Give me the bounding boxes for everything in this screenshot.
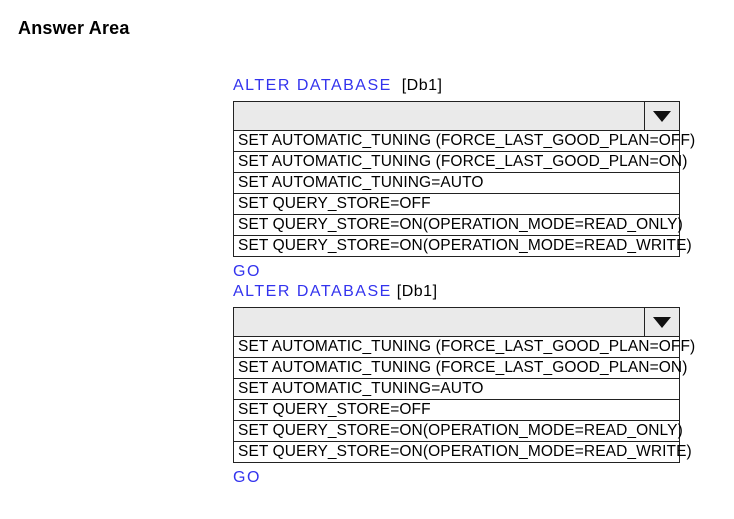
dropdown-2[interactable]: SET AUTOMATIC_TUNING (FORCE_LAST_GOOD_PL…	[233, 307, 680, 463]
go-statement-2: GO	[233, 469, 716, 487]
chevron-down-icon	[653, 317, 671, 328]
chevron-down-icon	[653, 111, 671, 122]
dropdown-option[interactable]: SET QUERY_STORE=ON(OPERATION_MODE=READ_O…	[234, 420, 679, 441]
dropdown-option[interactable]: SET QUERY_STORE=OFF	[234, 399, 679, 420]
dropdown-option[interactable]: SET QUERY_STORE=OFF	[234, 193, 679, 214]
dropdown-list-2: SET AUTOMATIC_TUNING (FORCE_LAST_GOOD_PL…	[234, 337, 679, 462]
page-title: Answer Area	[18, 18, 716, 39]
dropdown-option[interactable]: SET AUTOMATIC_TUNING=AUTO	[234, 172, 679, 193]
dropdown-option[interactable]: SET AUTOMATIC_TUNING (FORCE_LAST_GOOD_PL…	[234, 337, 679, 357]
dropdown-toggle-2[interactable]	[644, 308, 679, 336]
dropdown-toggle-1[interactable]	[644, 102, 679, 130]
statement-block-2: ALTER DATABASE [Db1] SET AUTOMATIC_TUNIN…	[233, 283, 716, 487]
answer-content: ALTER DATABASE [Db1] SET AUTOMATIC_TUNIN…	[233, 77, 716, 487]
dropdown-option[interactable]: SET AUTOMATIC_TUNING (FORCE_LAST_GOOD_PL…	[234, 357, 679, 378]
keyword-alter-database-1: ALTER DATABASE	[233, 77, 392, 94]
db-param-1: [Db1]	[402, 77, 443, 94]
dropdown-option[interactable]: SET AUTOMATIC_TUNING (FORCE_LAST_GOOD_PL…	[234, 151, 679, 172]
dropdown-header-1[interactable]	[234, 102, 679, 131]
dropdown-option[interactable]: SET QUERY_STORE=ON(OPERATION_MODE=READ_W…	[234, 441, 679, 462]
dropdown-1[interactable]: SET AUTOMATIC_TUNING (FORCE_LAST_GOOD_PL…	[233, 101, 680, 257]
dropdown-header-2[interactable]	[234, 308, 679, 337]
dropdown-list-1: SET AUTOMATIC_TUNING (FORCE_LAST_GOOD_PL…	[234, 131, 679, 256]
dropdown-option[interactable]: SET QUERY_STORE=ON(OPERATION_MODE=READ_W…	[234, 235, 679, 256]
dropdown-option[interactable]: SET AUTOMATIC_TUNING=AUTO	[234, 378, 679, 399]
db-param-2: [Db1]	[397, 283, 438, 300]
alter-statement-2: ALTER DATABASE [Db1]	[233, 283, 716, 301]
keyword-alter-database-2: ALTER DATABASE	[233, 283, 392, 300]
dropdown-option[interactable]: SET AUTOMATIC_TUNING (FORCE_LAST_GOOD_PL…	[234, 131, 679, 151]
go-statement-1: GO	[233, 263, 716, 281]
alter-statement-1: ALTER DATABASE [Db1]	[233, 77, 716, 95]
statement-block-1: ALTER DATABASE [Db1] SET AUTOMATIC_TUNIN…	[233, 77, 716, 281]
dropdown-option[interactable]: SET QUERY_STORE=ON(OPERATION_MODE=READ_O…	[234, 214, 679, 235]
